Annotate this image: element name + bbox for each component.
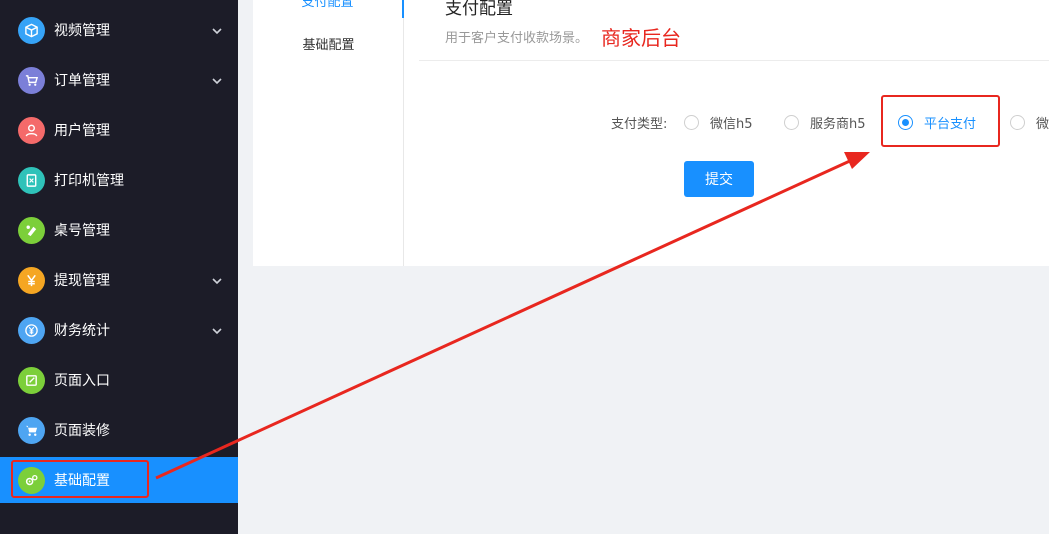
radio-label: 微 (1036, 116, 1049, 132)
chevron-down-icon (210, 73, 224, 87)
sidebar-item-video[interactable]: 视频管理 (0, 7, 238, 53)
table-tag-icon (18, 216, 45, 244)
section-description: 用于客户支付收款场景。 (445, 31, 589, 46)
sidebar-item-label: 打印机管理 (54, 173, 124, 189)
subnav-item-payment[interactable]: 支付配置 (253, 0, 404, 18)
pay-type-label: 支付类型: (611, 117, 668, 132)
section-title: 支付配置 (445, 0, 513, 19)
annotation-label: 商家后台 (601, 26, 681, 50)
sidebar: 视频管理 订单管理 用户管理 打印机管理 桌号管理 提现管理 财务统计 页面入口… (0, 0, 238, 534)
radio-circle[interactable] (1010, 114, 1025, 130)
sidebar-item-users[interactable]: 用户管理 (0, 107, 238, 153)
chevron-down-icon (210, 23, 224, 37)
sidebar-item-label: 桌号管理 (54, 223, 110, 239)
radio-label: 服务商h5 (810, 116, 866, 132)
finance-icon (18, 316, 45, 344)
radio-circle[interactable] (684, 114, 699, 130)
chevron-down-icon (210, 323, 224, 337)
sidebar-item-label: 提现管理 (54, 273, 110, 289)
sidebar-item-label: 财务统计 (54, 323, 110, 339)
radio-label: 微信h5 (710, 116, 753, 132)
radio-wechat-other[interactable]: 微 (1010, 113, 1049, 132)
radio-wechat-h5[interactable]: 微信h5 (684, 113, 753, 132)
settings-gears-icon (18, 466, 45, 494)
sidebar-item-withdraw[interactable]: 提现管理 (0, 257, 238, 303)
radio-label: 平台支付 (924, 116, 977, 132)
user-icon (18, 116, 45, 144)
sidebar-item-label: 订单管理 (54, 73, 110, 89)
config-card: 支付配置 基础配置 支付配置 用于客户支付收款场景。 商家后台 支付类型: 微信… (253, 0, 1049, 266)
sidebar-item-basic-config[interactable]: 基础配置 (0, 457, 238, 503)
yuan-icon (18, 266, 45, 294)
sidebar-item-label: 用户管理 (54, 123, 110, 139)
sidebar-item-label: 页面装修 (54, 423, 110, 439)
shopping-cart-icon (18, 416, 45, 444)
edit-icon (18, 366, 45, 394)
config-subnav: 支付配置 基础配置 (253, 0, 404, 266)
sidebar-item-tables[interactable]: 桌号管理 (0, 207, 238, 253)
cube-icon (18, 16, 45, 44)
sidebar-item-finance[interactable]: 财务统计 (0, 307, 238, 353)
sidebar-item-page-entry[interactable]: 页面入口 (0, 357, 238, 403)
radio-circle[interactable] (784, 114, 799, 130)
sidebar-item-printers[interactable]: 打印机管理 (0, 157, 238, 203)
sidebar-item-label: 视频管理 (54, 23, 110, 39)
sidebar-item-orders[interactable]: 订单管理 (0, 57, 238, 103)
sidebar-item-page-decor[interactable]: 页面装修 (0, 407, 238, 453)
printer-document-icon (18, 166, 45, 194)
sidebar-item-label: 页面入口 (54, 373, 110, 389)
subnav-item-basic[interactable]: 基础配置 (253, 25, 404, 61)
radio-platform-pay[interactable]: 平台支付 (898, 113, 977, 132)
divider (419, 60, 1049, 61)
submit-button[interactable]: 提交 (684, 161, 754, 197)
radio-provider-h5[interactable]: 服务商h5 (784, 113, 866, 132)
cart-icon (18, 66, 45, 94)
chevron-down-icon (210, 273, 224, 287)
sidebar-item-label: 基础配置 (54, 473, 110, 489)
radio-circle-checked[interactable] (898, 114, 913, 130)
